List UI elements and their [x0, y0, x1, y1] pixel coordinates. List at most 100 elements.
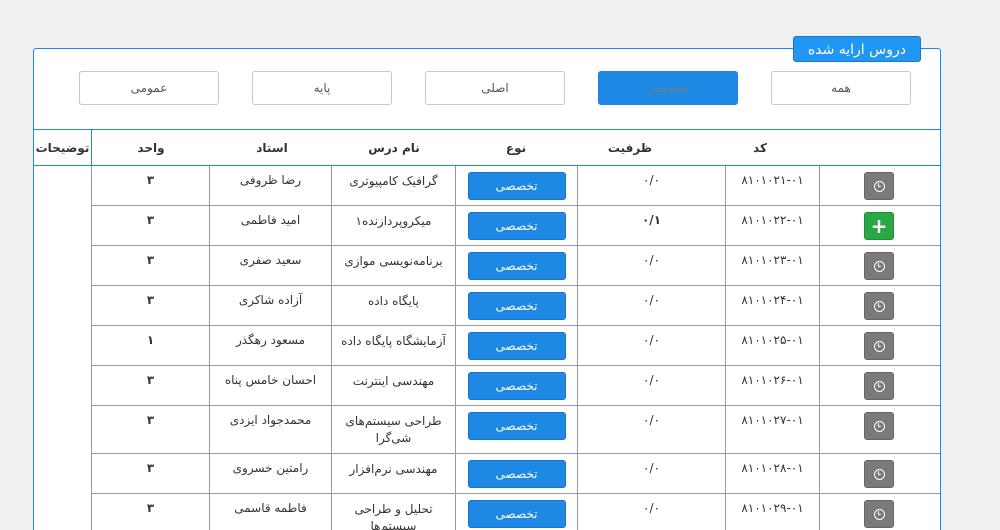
teacher-cell: مسعود رهگذر	[210, 326, 332, 365]
type-cell: تخصصی	[456, 246, 578, 285]
capacity-cell: ۰/۰	[578, 366, 726, 405]
clock-icon	[873, 300, 885, 312]
header-capacity: ظرفیت	[607, 141, 653, 155]
panel-title: دروس ارایه شده	[792, 36, 921, 62]
code-cell: ۸۱۰۱۰۲۴-۰۱	[726, 286, 820, 325]
code-cell: ۸۱۰۱۰۲۲-۰۱	[726, 206, 820, 245]
code-cell: ۸۱۰۱۰۲۵-۰۱	[726, 326, 820, 365]
header-unit: واحد	[137, 141, 165, 155]
type-cell: تخصصی	[456, 206, 578, 245]
capacity-cell: ۰/۰	[578, 286, 726, 325]
capacity-cell: ۰/۰	[578, 166, 726, 205]
unit-cell: ۳	[92, 454, 210, 493]
course-name-cell: مهندسی نرم‌افزار	[332, 454, 456, 493]
type-cell: تخصصی	[456, 166, 578, 205]
action-cell	[820, 166, 941, 205]
table-row: ۳ رضا ظروفی گرافیک کامپیوتری تخصصی ۰/۰ ۸۱۰۱۰۲…	[91, 166, 940, 206]
type-cell: تخصصی	[456, 454, 578, 493]
schedule-button[interactable]	[864, 412, 894, 440]
filter-specialized-button[interactable]: تخصصی	[598, 71, 738, 105]
course-name-cell: آزمایشگاه پایگاه داده	[332, 326, 456, 365]
teacher-cell: احسان خامس پناه	[210, 366, 332, 405]
table-row: ۳ آزاده شاکری پایگاه داده تخصصی ۰/۰ ۸۱۰۱۰۲۴-۰…	[91, 286, 940, 326]
table-row: ۳ رامتین خسروی مهندسی نرم‌افزار تخصصی ۰/۰ ۸۱۰…	[91, 454, 940, 494]
teacher-cell: فاطمه قاسمی	[210, 494, 332, 530]
table-row: ۳ فاطمه قاسمی تحلیل و طراحی سیستم‌ها تخصصی ۰…	[91, 494, 940, 530]
clock-icon	[873, 420, 885, 432]
clock-icon	[873, 508, 885, 520]
course-name-cell: مهندسی اینترنت	[332, 366, 456, 405]
action-cell	[820, 366, 941, 405]
course-type-button[interactable]: تخصصی	[467, 332, 566, 360]
type-cell: تخصصی	[456, 286, 578, 325]
clock-icon	[873, 380, 885, 392]
schedule-button[interactable]	[864, 460, 894, 488]
unit-cell: ۳	[92, 406, 210, 453]
header-type: نوع	[505, 141, 527, 155]
course-type-button[interactable]: تخصصی	[467, 292, 566, 320]
action-cell	[820, 454, 941, 493]
capacity-cell: ۰/۰	[578, 326, 726, 365]
course-name-cell: طراحی سیستم‌های شی‌گرا	[332, 406, 456, 453]
course-type-button[interactable]: تخصصی	[467, 252, 566, 280]
capacity-cell: ۰/۱	[578, 206, 726, 245]
unit-cell: ۳	[92, 494, 210, 530]
schedule-button[interactable]	[864, 500, 894, 528]
schedule-button[interactable]	[864, 172, 894, 200]
teacher-cell: رامتین خسروی	[210, 454, 332, 493]
type-cell: تخصصی	[456, 406, 578, 453]
teacher-cell: رضا ظروفی	[210, 166, 332, 205]
header-course-name: نام درس	[368, 141, 420, 155]
course-type-button[interactable]: تخصصی	[467, 172, 566, 200]
unit-cell: ۱	[92, 326, 210, 365]
capacity-cell: ۰/۰	[578, 494, 726, 530]
teacher-cell: سعید صفری	[210, 246, 332, 285]
course-type-button[interactable]: تخصصی	[467, 212, 566, 240]
action-cell	[820, 286, 941, 325]
courses-table-body: ۳ رضا ظروفی گرافیک کامپیوتری تخصصی ۰/۰ ۸۱۰۱۰۲…	[91, 166, 940, 530]
filter-bar: همه تخصصی اصلی پایه عمومی	[76, 71, 911, 105]
capacity-cell: ۰/۰	[578, 454, 726, 493]
unit-cell: ۳	[92, 246, 210, 285]
code-cell: ۸۱۰۱۰۲۷-۰۱	[726, 406, 820, 453]
schedule-button[interactable]	[864, 292, 894, 320]
header-description: توضیحات	[33, 130, 92, 166]
add-course-button[interactable]: +	[864, 212, 894, 240]
table-row: ۳ امید فاطمی میکروپردازنده۱ تخصصی ۰/۱ ۸۱۰۱۰۲۲…	[91, 206, 940, 246]
unit-cell: ۳	[92, 206, 210, 245]
clock-icon	[873, 260, 885, 272]
action-cell: +	[820, 206, 941, 245]
table-header: کد ظرفیت نوع نام درس استاد واحد توضیحات	[33, 129, 940, 166]
type-cell: تخصصی	[456, 366, 578, 405]
table-row: ۳ سعید صفری برنامه‌نویسی موازی تخصصی ۰/۰ ۸۱۰۱…	[91, 246, 940, 286]
plus-icon: +	[870, 214, 888, 238]
header-teacher: استاد	[256, 141, 288, 155]
teacher-cell: محمدجواد ایزدی	[210, 406, 332, 453]
action-cell	[820, 406, 941, 453]
course-name-cell: برنامه‌نویسی موازی	[332, 246, 456, 285]
filter-general-button[interactable]: عمومی	[79, 71, 219, 105]
offered-courses-panel: دروس ارایه شده همه تخصصی اصلی پایه عمومی…	[33, 36, 941, 530]
action-cell	[820, 246, 941, 285]
course-type-button[interactable]: تخصصی	[467, 372, 566, 400]
schedule-button[interactable]	[864, 252, 894, 280]
schedule-button[interactable]	[864, 332, 894, 360]
course-type-button[interactable]: تخصصی	[467, 500, 566, 528]
header-code: کد	[753, 141, 767, 155]
schedule-button[interactable]	[864, 372, 894, 400]
action-cell	[820, 494, 941, 530]
unit-cell: ۳	[92, 366, 210, 405]
code-cell: ۸۱۰۱۰۲۳-۰۱	[726, 246, 820, 285]
teacher-cell: امید فاطمی	[210, 206, 332, 245]
clock-icon	[873, 340, 885, 352]
filter-basic-button[interactable]: پایه	[252, 71, 392, 105]
action-cell	[820, 326, 941, 365]
clock-icon	[873, 180, 885, 192]
code-cell: ۸۱۰۱۰۲۸-۰۱	[726, 454, 820, 493]
filter-main-button[interactable]: اصلی	[425, 71, 565, 105]
course-type-button[interactable]: تخصصی	[467, 412, 566, 440]
course-name-cell: گرافیک کامپیوتری	[332, 166, 456, 205]
filter-all-button[interactable]: همه	[771, 71, 911, 105]
course-type-button[interactable]: تخصصی	[467, 460, 566, 488]
teacher-cell: آزاده شاکری	[210, 286, 332, 325]
